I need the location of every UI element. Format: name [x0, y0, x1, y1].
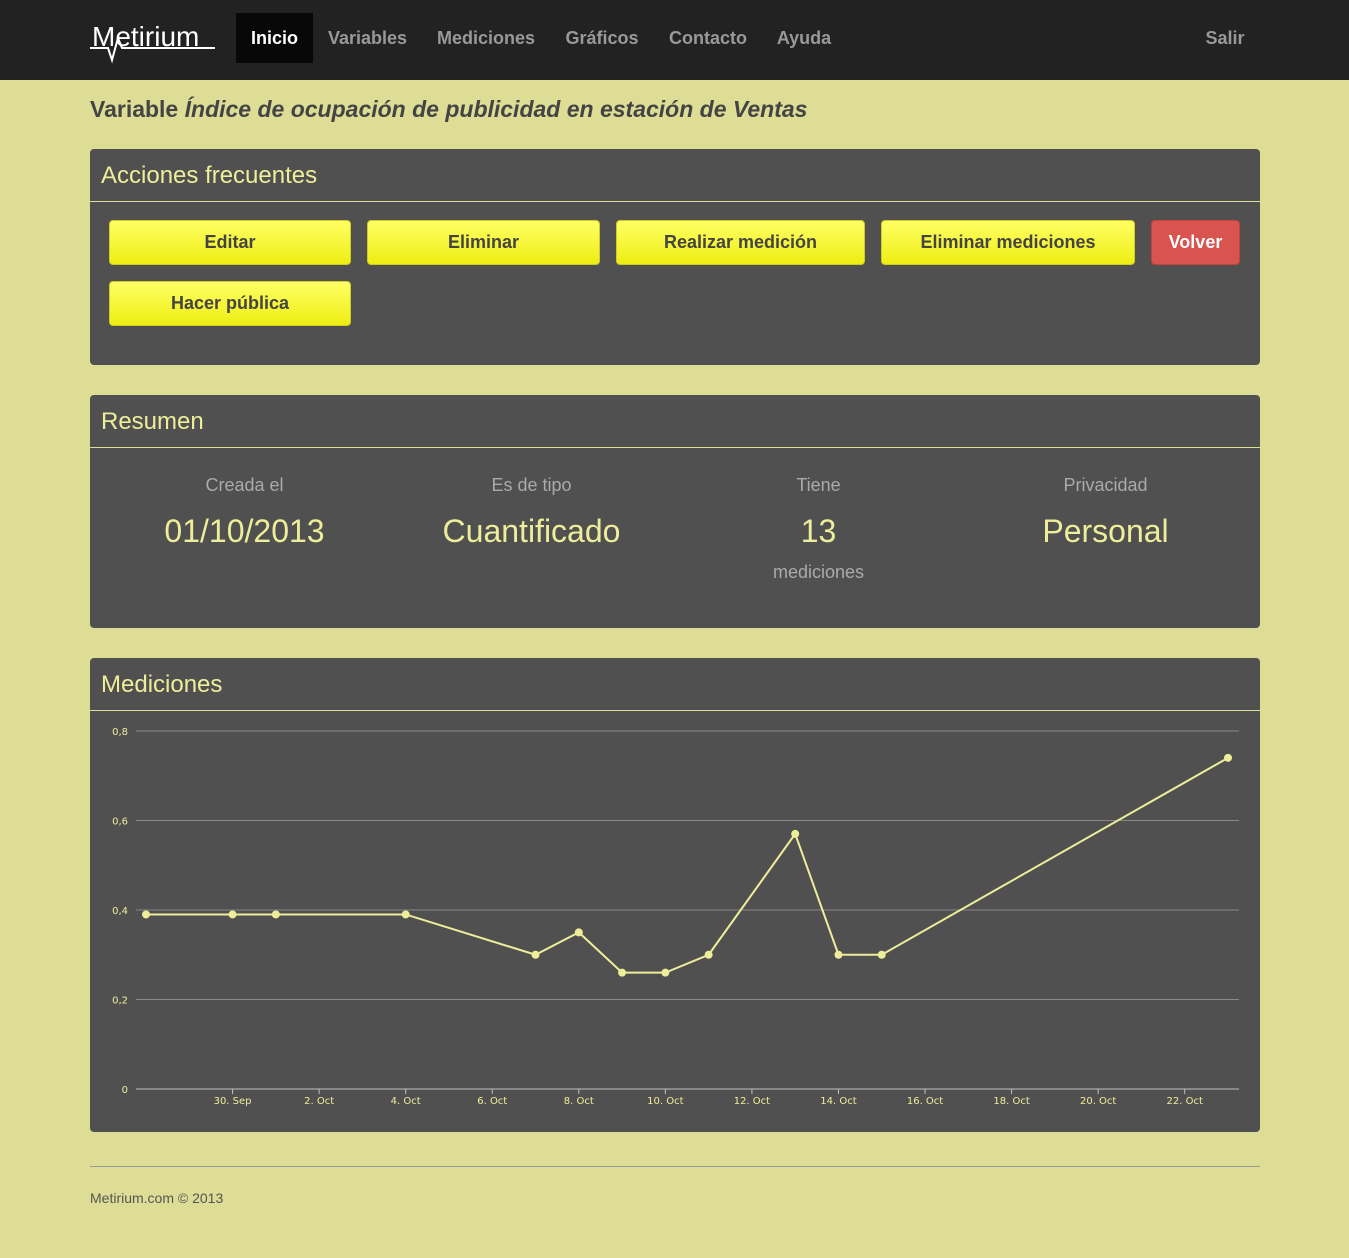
data-point — [574, 928, 583, 937]
page-title: Variable Índice de ocupación de publicid… — [90, 96, 807, 123]
stat-count: Tiene 13 mediciones — [675, 475, 962, 583]
x-tick-label: 10. Oct — [647, 1096, 683, 1107]
privacy-label: Privacidad — [1063, 475, 1148, 495]
x-tick-label: 16. Oct — [907, 1096, 943, 1107]
metirium-logo: Metirium — [90, 21, 215, 64]
x-tick-label: 30. Sep — [214, 1096, 252, 1107]
variable-name: Índice de ocupación de publicidad en est… — [184, 96, 808, 122]
nav-inicio[interactable]: Inicio — [236, 13, 313, 63]
count-label: Tiene — [796, 475, 841, 495]
stat-created: Creada el 01/10/2013 — [101, 475, 388, 550]
x-tick-label: 20. Oct — [1080, 1096, 1116, 1107]
data-point — [834, 950, 843, 959]
data-point — [877, 950, 886, 959]
x-tick-label: 14. Oct — [820, 1096, 856, 1107]
count-value: 13 — [800, 513, 837, 549]
nav-salir[interactable]: Salir — [1195, 13, 1255, 63]
title-prefix: Variable — [90, 96, 179, 122]
stat-privacy: Privacidad Personal — [962, 475, 1249, 550]
privacy-value: Personal — [1042, 513, 1169, 549]
series-line — [146, 756, 1229, 974]
nav-variables[interactable]: Variables — [320, 13, 415, 63]
measure-button[interactable]: Realizar medición — [616, 220, 865, 265]
data-point — [618, 968, 627, 977]
summary-heading: Resumen — [90, 395, 1260, 448]
y-tick-label: 0,6 — [112, 817, 128, 828]
x-tick-label: 22. Oct — [1167, 1096, 1203, 1107]
nav-ayuda[interactable]: Ayuda — [769, 13, 839, 63]
y-tick-label: 0 — [122, 1085, 128, 1096]
nav-mediciones[interactable]: Mediciones — [428, 13, 544, 63]
y-tick-label: 0,2 — [112, 996, 128, 1007]
x-tick-label: 12. Oct — [734, 1096, 770, 1107]
created-value: 01/10/2013 — [164, 513, 325, 549]
x-tick-label: 6. Oct — [477, 1096, 507, 1107]
data-point — [228, 910, 237, 919]
summary-panel: Resumen Creada el 01/10/2013 Es de tipo … — [90, 395, 1260, 628]
created-label: Creada el — [205, 475, 284, 495]
y-tick-label: 0,4 — [112, 906, 128, 917]
data-point — [271, 910, 280, 919]
back-button[interactable]: Volver — [1151, 220, 1240, 265]
footer-copyright: Metirium.com © 2013 — [90, 1190, 224, 1206]
nav-contacto[interactable]: Contacto — [660, 13, 756, 63]
data-point — [531, 950, 540, 959]
data-point — [791, 829, 800, 838]
measurements-panel: Mediciones 0 0,2 0,4 0,6 0,8 30. Sep 2. Oct 4. … — [90, 658, 1260, 1132]
type-label: Es de tipo — [491, 475, 572, 495]
data-point — [142, 910, 150, 919]
top-navbar: Metirium Inicio Variables Mediciones Grá… — [0, 0, 1349, 80]
x-tick-label: 2. Oct — [304, 1096, 334, 1107]
y-tick-label: 0,8 — [112, 727, 128, 738]
measurements-chart: 0 0,2 0,4 0,6 0,8 30. Sep 2. Oct 4. Oct 6. Oct 8.… — [112, 727, 1239, 1107]
brand-logo[interactable]: Metirium — [90, 14, 220, 66]
data-point — [401, 910, 410, 919]
actions-heading: Acciones frecuentes — [90, 149, 1260, 202]
actions-panel: Acciones frecuentes Editar Eliminar Real… — [90, 149, 1260, 365]
data-point — [704, 950, 713, 959]
footer-divider — [90, 1166, 1260, 1167]
x-tick-label: 4. Oct — [391, 1096, 421, 1107]
delete-button[interactable]: Eliminar — [367, 220, 600, 265]
make-public-button[interactable]: Hacer pública — [109, 281, 351, 326]
data-point — [661, 968, 670, 977]
x-tick-label: 18. Oct — [993, 1096, 1029, 1107]
type-value: Cuantificado — [442, 513, 621, 549]
stat-type: Es de tipo Cuantificado — [388, 475, 675, 550]
nav-graficos[interactable]: Gráficos — [557, 13, 647, 63]
measurements-heading: Mediciones — [90, 658, 1260, 711]
x-tick-label: 8. Oct — [564, 1096, 594, 1107]
count-unit: mediciones — [772, 562, 865, 582]
data-point — [1224, 753, 1232, 762]
delete-measurements-button[interactable]: Eliminar mediciones — [881, 220, 1135, 265]
edit-button[interactable]: Editar — [109, 220, 351, 265]
